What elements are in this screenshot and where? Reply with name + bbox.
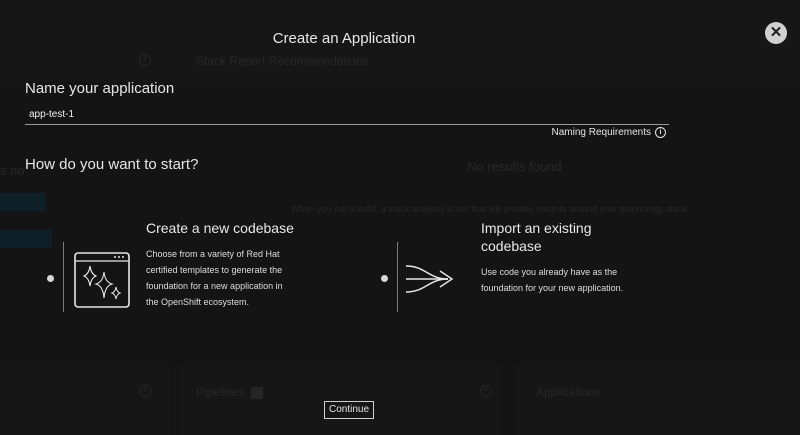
description-line: Choose from a variety of Red Hat xyxy=(146,249,280,259)
option-divider xyxy=(397,242,398,312)
option-create-new-title: Create a new codebase xyxy=(146,220,294,236)
description-line: foundation for your new application. xyxy=(481,283,624,293)
application-name-input[interactable] xyxy=(25,104,669,125)
title-line: codebase xyxy=(481,238,542,254)
close-button[interactable]: ✕ xyxy=(765,22,787,44)
start-section-label: How do you want to start? xyxy=(25,156,199,173)
continue-button[interactable]: Continue xyxy=(324,401,374,419)
description-line: certified templates to generate the xyxy=(146,265,283,275)
info-icon: i xyxy=(655,127,666,138)
description-line: the OpenShift ecosystem. xyxy=(146,297,250,307)
description-line: Use code you already have as the xyxy=(481,267,618,277)
option-create-new-description: Choose from a variety of Red Hat certifi… xyxy=(146,246,283,310)
option-divider xyxy=(63,242,64,312)
sparkle-window-icon xyxy=(74,252,130,308)
modal-title: Create an Application xyxy=(272,30,416,47)
modal-overlay xyxy=(0,0,800,435)
import-arrows-icon xyxy=(405,265,454,293)
naming-requirements-link[interactable]: Naming Requirements i xyxy=(551,127,666,138)
option-import-existing-title: Import an existing codebase xyxy=(481,219,592,255)
radio-import-existing[interactable] xyxy=(381,275,388,282)
name-section-label: Name your application xyxy=(25,80,175,97)
description-line: foundation for a new application in xyxy=(146,281,283,291)
title-line: Import an existing xyxy=(481,220,592,236)
naming-requirements-label: Naming Requirements xyxy=(551,127,652,138)
option-import-existing-description: Use code you already have as the foundat… xyxy=(481,264,623,296)
radio-create-new[interactable] xyxy=(47,275,54,282)
